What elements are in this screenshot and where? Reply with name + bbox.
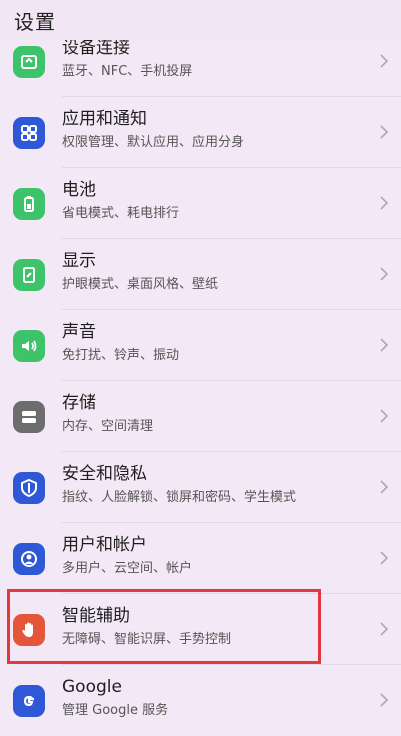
- page-title: 设置: [14, 9, 56, 34]
- google-icon: [13, 685, 45, 717]
- top-bar: 设置: [0, 0, 401, 40]
- chevron-right-icon: [380, 338, 389, 352]
- settings-item-label: 声音: [62, 322, 96, 342]
- chevron-right-icon: [380, 267, 389, 281]
- device-connect-icon: [13, 46, 45, 78]
- security-shield-icon: [13, 472, 45, 504]
- settings-item-sound[interactable]: 声音 免打扰、铃声、振动: [0, 310, 401, 381]
- chevron-right-icon: [380, 480, 389, 494]
- settings-item-subtitle: 省电模式、耗电排行: [62, 206, 180, 221]
- settings-item-subtitle: 护眼模式、桌面风格、壁纸: [62, 277, 219, 292]
- settings-item-subtitle: 蓝牙、NFC、手机投屏: [62, 64, 193, 79]
- settings-item-security-privacy[interactable]: 安全和隐私 指纹、人脸解锁、锁屏和密码、学生模式: [0, 452, 401, 523]
- chevron-right-icon: [380, 693, 389, 707]
- chevron-right-icon: [380, 551, 389, 565]
- chevron-right-icon: [380, 125, 389, 139]
- settings-item-subtitle: 管理 Google 服务: [62, 703, 169, 718]
- chevron-right-icon: [380, 622, 389, 636]
- settings-item-subtitle: 内存、空间清理: [62, 419, 154, 434]
- settings-item-storage[interactable]: 存储 内存、空间清理: [0, 381, 401, 452]
- settings-item-subtitle: 权限管理、默认应用、应用分身: [62, 135, 245, 150]
- user-account-icon: [13, 543, 45, 575]
- settings-item-label: 存储: [62, 393, 96, 413]
- display-icon: [13, 259, 45, 291]
- settings-item-label: 电池: [62, 180, 96, 200]
- settings-item-subtitle: 指纹、人脸解锁、锁屏和密码、学生模式: [62, 490, 297, 505]
- settings-item-battery[interactable]: 电池 省电模式、耗电排行: [0, 168, 401, 239]
- settings-item-label: 应用和通知: [62, 109, 147, 129]
- settings-item-label: Google: [62, 677, 122, 697]
- settings-item-display[interactable]: 显示 护眼模式、桌面风格、壁纸: [0, 239, 401, 310]
- chevron-right-icon: [380, 54, 389, 68]
- settings-item-users-accounts[interactable]: 用户和帐户 多用户、云空间、帐户: [0, 523, 401, 594]
- settings-item-apps-notifications[interactable]: 应用和通知 权限管理、默认应用、应用分身: [0, 97, 401, 168]
- settings-item-label: 显示: [62, 251, 96, 271]
- settings-item-label: 用户和帐户: [62, 535, 147, 555]
- chevron-right-icon: [380, 409, 389, 423]
- settings-item-google[interactable]: Google 管理 Google 服务: [0, 665, 401, 736]
- battery-icon: [13, 188, 45, 220]
- storage-icon: [13, 401, 45, 433]
- apps-icon: [13, 117, 45, 149]
- settings-item-subtitle: 免打扰、铃声、振动: [62, 348, 180, 363]
- chevron-right-icon: [380, 196, 389, 210]
- sound-icon: [13, 330, 45, 362]
- settings-item-label: 安全和隐私: [62, 464, 147, 484]
- highlight-box: [7, 589, 321, 664]
- settings-item-subtitle: 多用户、云空间、帐户: [62, 561, 193, 576]
